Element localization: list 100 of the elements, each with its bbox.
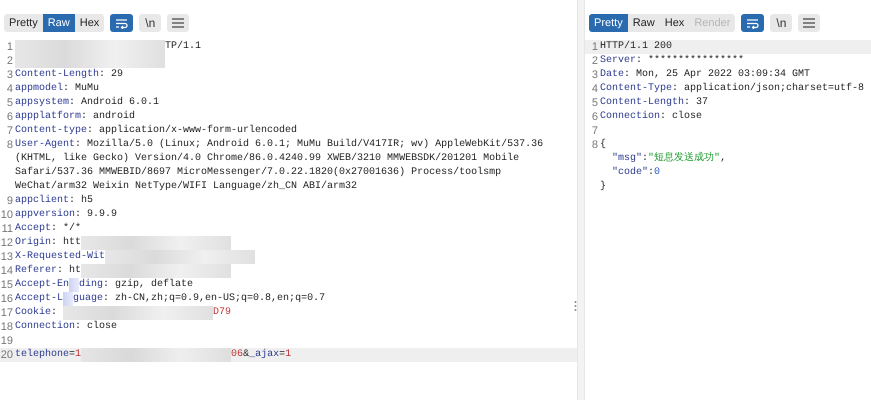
code-token: & (243, 349, 250, 362)
code-token: Server (600, 54, 636, 68)
code-token: "短息发送成功" (648, 152, 720, 166)
code-token: : android (81, 110, 136, 124)
code-token: Connection (600, 110, 660, 124)
line-number: 1 (6, 40, 14, 54)
code-token: = (279, 348, 286, 362)
code-token: D79 (213, 306, 232, 320)
line-number: 3 (590, 68, 599, 82)
line-number: 3 (6, 68, 14, 82)
code-token: : htt (51, 236, 82, 250)
code-token: : (51, 306, 58, 320)
code-token: ding (79, 278, 104, 292)
wrap-lines-button[interactable] (741, 14, 764, 32)
line-number: 1 (590, 40, 599, 54)
line-number: 15 (0, 278, 14, 292)
code-token: : close (75, 320, 118, 334)
code-token: guage (73, 292, 104, 306)
line-number: 5 (6, 96, 14, 110)
code-token: } (600, 180, 606, 194)
code-token: 06 (231, 348, 244, 362)
code-token: : h5 (69, 194, 94, 208)
menu-button[interactable] (798, 14, 820, 32)
line-number: 10 (0, 208, 14, 222)
code-token: : 29 (99, 68, 124, 82)
code-token: 0 (654, 166, 660, 180)
code-token: appclient (15, 194, 70, 208)
newline-button[interactable]: \n (139, 14, 162, 32)
view-tab[interactable]: Pretty (4, 14, 43, 32)
code-token: : **************** (636, 54, 744, 68)
code-token: : application/json;charset=utf-8 (672, 82, 864, 96)
code-token: Accept-En (15, 278, 70, 292)
line-number: 6 (590, 110, 599, 124)
code-token: WeChat/arm32 Weixin NetType/WIFI Language/zh_CN ABI/arm32 (15, 180, 358, 194)
line-number: 6 (6, 110, 14, 124)
code-token: : gzip, deflate (103, 278, 194, 292)
code-token: appversion (15, 208, 76, 222)
code-token: : 37 (684, 96, 708, 110)
code-token: Connection (15, 320, 76, 334)
code-token: : zh-CN,zh;q=0.9,en-US;q=0.8,en;q=0.7 (103, 292, 326, 306)
code-token: User-Agent (15, 138, 76, 152)
code-token: : */* (51, 222, 82, 236)
line-number: 13 (0, 250, 14, 264)
line-number: 8 (6, 138, 14, 152)
line-number: 17 (0, 306, 14, 320)
code-token: appplatform (15, 110, 82, 124)
code-token: 1 (285, 348, 292, 362)
line-number: 5 (590, 96, 599, 110)
menu-button[interactable] (167, 14, 190, 32)
code-token: telephone (15, 348, 70, 362)
code-token: : close (660, 110, 702, 124)
code-token: : (642, 152, 648, 166)
code-token: , (720, 152, 726, 166)
line-number: 7 (590, 124, 599, 138)
code-token: Content-type (15, 124, 88, 138)
code-token: : application/x-www-form-urlencoded (87, 124, 298, 138)
line-number: 14 (0, 264, 14, 278)
code-token: _ajax (249, 348, 280, 362)
wrap-lines-button[interactable] (110, 14, 134, 32)
code-token: Referer (15, 264, 58, 278)
code-token: : MuMu (63, 82, 100, 96)
line-number: 9 (6, 194, 14, 208)
line-number: 12 (0, 236, 14, 250)
code-token: Accept (15, 222, 52, 236)
wrap-icon (746, 18, 760, 28)
line-number: 18 (0, 320, 14, 334)
newline-button[interactable]: \n (770, 14, 792, 32)
menu-icon (803, 18, 816, 28)
drag-handle-icon[interactable] (574, 300, 577, 312)
code-token: = (69, 348, 76, 362)
code-token: Content-Length (600, 96, 684, 110)
code-token: : Mozilla/5.0 (Linux; Android 6.0.1; MuMu Build/V417IR; wv) AppleWebKit/537.36 (75, 138, 544, 152)
code-token: Date (600, 68, 624, 82)
line-number: 2 (590, 54, 599, 68)
code-token: "msg" (612, 152, 642, 166)
code-token: HTTP/1.1 200 (600, 40, 672, 54)
line-number: 4 (590, 82, 599, 96)
view-tab[interactable]: Hex (660, 14, 690, 32)
code-token: TP/1.1 (165, 40, 202, 54)
view-tab[interactable]: Raw (628, 14, 660, 32)
view-tab[interactable]: Hex (74, 14, 104, 32)
code-token: X-Requested-Wit (15, 250, 106, 264)
line-number: 16 (0, 292, 14, 306)
line-number: 2 (6, 54, 14, 68)
code-token: Cookie (15, 306, 52, 320)
view-tab[interactable]: Raw (42, 14, 75, 32)
view-tab[interactable]: Pretty (589, 14, 628, 32)
redaction-mark (69, 278, 80, 292)
code-token: Origin (15, 236, 52, 250)
code-token: : 9.9.9 (75, 208, 118, 222)
code-token: : Mon, 25 Apr 2022 03:09:34 GMT (624, 68, 810, 82)
code-token: appsystem (15, 96, 70, 110)
code-token: { (600, 138, 606, 152)
code-token: Safari/537.36 MMWEBID/8697 MicroMessenger/7.0.22.1820(0x27001636) Process/toolsmp (15, 166, 502, 180)
code-token: appmodel (15, 82, 64, 96)
line-number: 8 (590, 138, 599, 152)
line-number: 7 (6, 124, 14, 138)
code-token: Content-Type (600, 82, 672, 96)
code-token: : ht (57, 264, 82, 278)
line-number: 11 (0, 222, 14, 236)
